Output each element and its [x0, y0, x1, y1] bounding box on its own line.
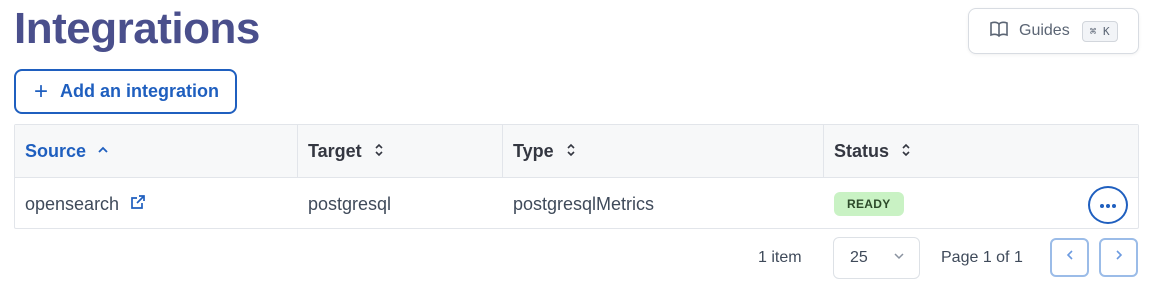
- sort-icon: [372, 141, 386, 162]
- table-row: opensearch postgresql postgresqlMetrics …: [15, 178, 1138, 230]
- page-title: Integrations: [14, 4, 260, 53]
- cell-source: opensearch: [15, 178, 147, 230]
- next-page-button[interactable]: [1099, 238, 1138, 277]
- add-integration-label: Add an integration: [60, 81, 220, 101]
- column-header-source[interactable]: Source: [15, 125, 298, 178]
- sort-icon: [564, 141, 578, 162]
- column-header-type[interactable]: Type: [503, 125, 824, 178]
- per-page-select[interactable]: 25: [833, 237, 920, 279]
- cell-target: postgresql: [308, 193, 392, 214]
- source-link[interactable]: opensearch: [25, 194, 119, 215]
- plus-icon: +: [34, 77, 49, 105]
- row-actions-button[interactable]: [1088, 186, 1128, 224]
- guides-button[interactable]: Guides ⌘ K: [968, 8, 1139, 54]
- items-count: 1 item: [758, 249, 802, 266]
- chevron-right-icon: [1112, 248, 1126, 267]
- page-indicator: Page 1 of 1: [941, 249, 1023, 266]
- chevron-up-icon: [96, 141, 110, 162]
- status-badge: READY: [834, 192, 904, 216]
- sort-icon: [899, 141, 913, 162]
- chevron-left-icon: [1063, 248, 1077, 267]
- keyboard-shortcut: ⌘ K: [1081, 20, 1118, 42]
- add-integration-button[interactable]: + Add an integration: [14, 69, 237, 114]
- chevron-down-icon: [892, 249, 906, 268]
- per-page-value: 25: [850, 249, 868, 266]
- previous-page-button[interactable]: [1050, 238, 1089, 277]
- column-header-target[interactable]: Target: [298, 125, 503, 178]
- more-icon: [1099, 196, 1117, 214]
- column-header-status[interactable]: Status: [824, 125, 1138, 178]
- cell-status: READY: [824, 178, 904, 230]
- table-header: Source Target Type Status: [15, 125, 1138, 178]
- integrations-table: Source Target Type Status opensearch pos…: [14, 124, 1139, 229]
- guides-label: Guides: [1019, 22, 1070, 39]
- external-link-icon[interactable]: [129, 193, 147, 216]
- book-icon: [989, 19, 1009, 44]
- cell-type: postgresqlMetrics: [513, 193, 655, 214]
